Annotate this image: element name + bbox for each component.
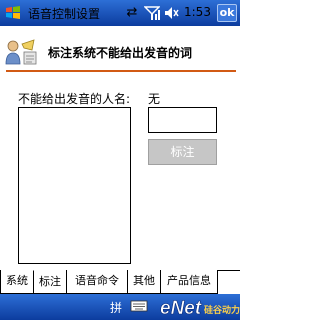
- keyboard-icon[interactable]: [130, 299, 148, 313]
- unpronounceable-names-list[interactable]: [18, 107, 131, 264]
- svg-text:硅谷动力: 硅谷动力: [204, 304, 240, 316]
- unpronounceable-names-label: 不能给出发音的人名:: [18, 92, 131, 106]
- tab-voice-commands[interactable]: 语音命令: [66, 270, 128, 294]
- windows-flag-icon[interactable]: [4, 4, 22, 22]
- app-title: 语音控制设置: [28, 7, 101, 21]
- tab-mark[interactable]: 标注: [33, 270, 67, 294]
- signal-bars-icon[interactable]: [144, 5, 160, 21]
- tab-strip: 系统 标注 语音命令 其他 产品信息: [0, 270, 240, 294]
- sync-arrows-icon[interactable]: ⇄: [124, 4, 140, 22]
- svg-text:eNet: eNet: [160, 298, 202, 318]
- tab-system[interactable]: 系统: [0, 270, 34, 294]
- voice-settings-icon: [5, 39, 37, 65]
- ok-button[interactable]: ok: [217, 4, 237, 22]
- tab-other[interactable]: 其他: [127, 270, 161, 294]
- pronunciation-input[interactable]: [148, 107, 217, 133]
- input-method-label[interactable]: 拼: [110, 299, 122, 316]
- page-heading: 标注系统不能给出发音的词: [48, 46, 193, 60]
- enet-brand-logo: eNet 硅谷动力: [160, 298, 240, 318]
- clock[interactable]: 1:53: [184, 5, 211, 19]
- header-divider: [6, 70, 236, 72]
- selected-word-value: 无: [148, 92, 161, 106]
- speaker-mute-icon[interactable]: [163, 5, 179, 21]
- tab-product-info[interactable]: 产品信息: [160, 270, 218, 294]
- mark-button[interactable]: 标注: [148, 139, 217, 165]
